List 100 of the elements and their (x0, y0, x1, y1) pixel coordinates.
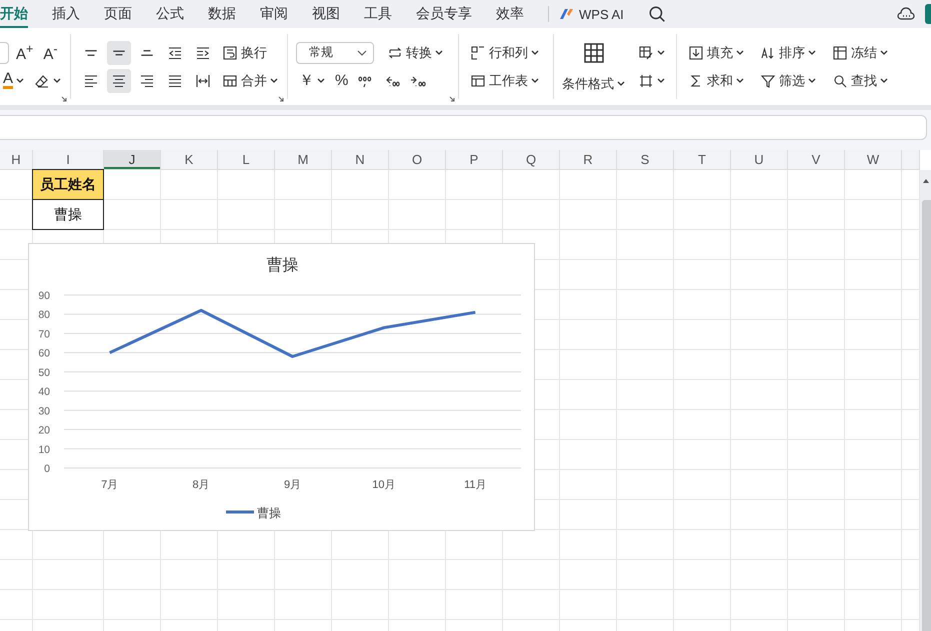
account-button[interactable] (925, 4, 931, 24)
ribbon-button[interactable]: ￥ (296, 68, 328, 92)
ribbon-button[interactable]: 查找 (829, 68, 891, 92)
grid-cell (731, 320, 788, 350)
table-cell: 员工姓名 (32, 169, 104, 200)
column-header[interactable]: T (674, 150, 731, 170)
ai-button[interactable]: WPS AI (559, 6, 624, 22)
eraser-icon (34, 72, 50, 88)
grid-cell (617, 590, 674, 620)
axis-tick-label: 9月 (284, 479, 302, 491)
column-header[interactable]: W (845, 150, 902, 170)
ribbon-button[interactable]: A (0, 68, 28, 92)
dialog-launcher-icon[interactable] (449, 96, 455, 102)
grid-cell (674, 410, 731, 440)
axis-tick-label: 8月 (192, 479, 210, 491)
conditional-format-button[interactable]: 条件格式 (562, 40, 625, 92)
ribbon-button[interactable] (107, 40, 131, 64)
column-header[interactable]: Q (503, 150, 560, 170)
grid-cell (560, 560, 617, 590)
column-header[interactable]: U (731, 150, 788, 170)
ribbon-button[interactable]: % (332, 68, 352, 92)
grid-cell (560, 320, 617, 350)
grid-cell (332, 590, 389, 620)
ribbon-button[interactable]: 工作表 (467, 68, 542, 92)
chart-title: 曹操 (266, 257, 298, 274)
grid-cell (674, 470, 731, 500)
grid-cell (674, 560, 731, 590)
formula-field[interactable] (0, 115, 927, 140)
column-header[interactable]: I (33, 150, 104, 170)
font-size-field[interactable] (0, 42, 9, 64)
grid-cell (845, 440, 902, 470)
ribbon-button[interactable]: 填充 (685, 40, 747, 64)
distribute-icon (195, 72, 211, 88)
grid-cell (275, 590, 332, 620)
scrollbar[interactable] (920, 170, 931, 631)
ribbon-tab[interactable]: 开始 (0, 0, 28, 28)
number-format-select[interactable]: 常规 (296, 42, 374, 64)
grid-cell (788, 470, 845, 500)
ribbon-button[interactable] (107, 68, 131, 92)
dialog-launcher-icon[interactable] (278, 96, 284, 102)
column-header[interactable]: H (0, 150, 33, 170)
ribbon-button[interactable]: 换行 (219, 40, 270, 64)
indent-decrease-icon (167, 44, 183, 60)
convert-icon (387, 44, 403, 60)
ribbon-tab[interactable]: 公式 (156, 0, 184, 28)
ribbon-button[interactable]: 筛选 (757, 68, 819, 92)
ribbon-button[interactable]: A$^{-}$ (40, 40, 61, 64)
scroll-thumb[interactable] (922, 200, 931, 631)
align-left-icon (83, 72, 99, 88)
border-icon (638, 72, 654, 88)
column-header[interactable]: S (617, 150, 674, 170)
grid-cell (674, 350, 731, 380)
grid-cell (845, 380, 902, 410)
column-header[interactable]: R (560, 150, 617, 170)
column-header[interactable]: K (161, 150, 218, 170)
column-header[interactable]: V (788, 150, 845, 170)
fill-icon (688, 44, 704, 60)
ribbon-tab[interactable]: 工具 (364, 0, 392, 28)
dialog-launcher-icon[interactable] (61, 96, 67, 102)
ribbon-button[interactable]: 合并 (219, 68, 281, 92)
grid-cell (560, 500, 617, 530)
ribbon-tab[interactable]: 会员专享 (416, 0, 472, 28)
ribbon-button[interactable]: 冻结 (829, 40, 891, 64)
column-header[interactable]: J (104, 150, 161, 170)
axis-tick-label: 60 (38, 348, 50, 360)
ribbon-button[interactable]: 排序 (757, 40, 819, 64)
ribbon-button[interactable]: 求和 (685, 68, 747, 92)
search-icon[interactable] (648, 5, 666, 23)
ribbon-tab[interactable]: 视图 (312, 0, 340, 28)
ribbon-tab[interactable]: 效率 (496, 0, 524, 28)
grid-cell (788, 170, 845, 200)
grid-cell (332, 170, 389, 200)
ribbon-button[interactable]: 行和列 (467, 40, 542, 64)
grid-cell (446, 560, 503, 590)
column-header[interactable]: O (389, 150, 446, 170)
axis-tick-label: 80 (38, 309, 50, 322)
grid-cell (161, 590, 218, 620)
grid-cell (161, 170, 218, 200)
grid-cell (560, 260, 617, 290)
grid-cell (617, 410, 674, 440)
grid-cell (788, 290, 845, 320)
ribbon-tab[interactable]: 审阅 (260, 0, 288, 28)
column-header[interactable]: M (275, 150, 332, 170)
ribbon-tab[interactable]: 插入 (52, 0, 80, 28)
grid-cell (731, 200, 788, 230)
ribbon-button[interactable]: 转换 (384, 40, 446, 64)
grid-cell (845, 560, 902, 590)
grid-cell (845, 230, 902, 260)
column-header[interactable]: L (218, 150, 275, 170)
axis-tick-label: 30 (38, 405, 50, 418)
scroll-up-icon[interactable] (922, 178, 930, 184)
grid-cell (845, 290, 902, 320)
column-header[interactable]: N (332, 150, 389, 170)
axis-tick-label: 11月 (464, 479, 486, 491)
ribbon-tab[interactable]: 数据 (208, 0, 236, 28)
ribbon-tab[interactable]: 页面 (104, 0, 132, 28)
chevron-down-icon (357, 50, 367, 56)
ribbon-button[interactable]: A$^{+}$ (13, 40, 36, 64)
axis-tick-label: 50 (38, 366, 50, 379)
column-header[interactable]: P (446, 150, 503, 170)
